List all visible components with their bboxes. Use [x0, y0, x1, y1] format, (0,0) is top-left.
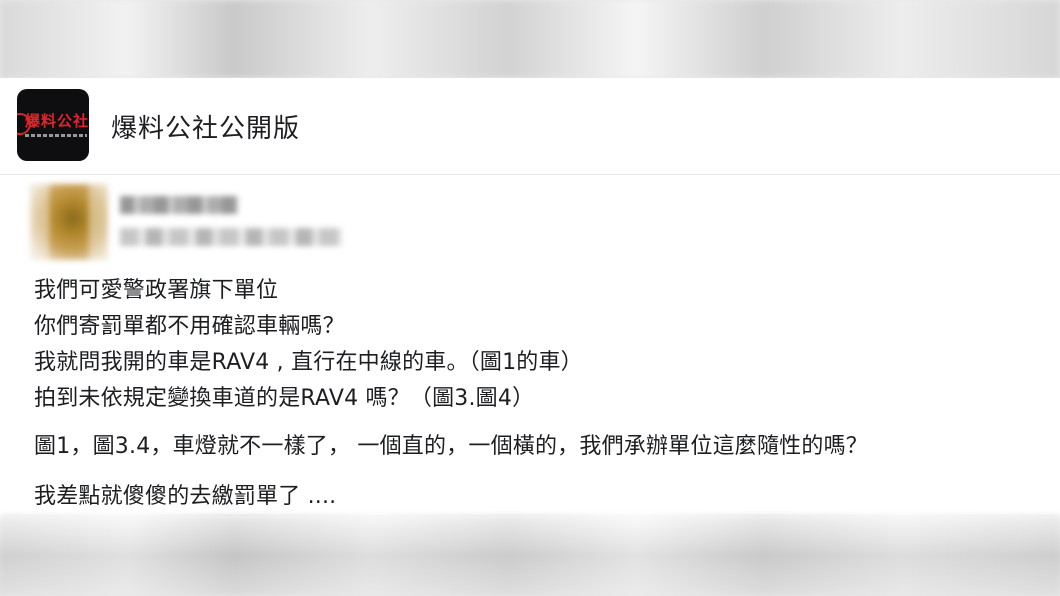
- blurred-overlay-bottom: [0, 516, 1060, 596]
- post-card: 爆料公社 爆料公社公開版 我們可愛警政署旗下單位 你們寄罰單都不用確認車輛嗎？ …: [0, 78, 1060, 516]
- post-text-line: 我就問我開的車是RAV4 , 直行在中線的車。（圖1的車）: [34, 350, 583, 375]
- author-avatar[interactable]: [30, 184, 108, 260]
- post-text-line: 拍到未依規定變換車道的是RAV4 嗎？（圖3.圖4）: [34, 386, 535, 411]
- logo-subtitle-decoration: [25, 134, 87, 137]
- post-text-line: 你們寄罰單都不用確認車輛嗎？: [34, 314, 345, 339]
- post-text-line: 我差點就傻傻的去繳罰單了 ....: [34, 484, 337, 509]
- blurred-background-top: [0, 0, 1060, 78]
- post-text-line: 我們可愛警政署旗下單位: [34, 278, 279, 303]
- group-logo[interactable]: 爆料公社: [17, 89, 89, 161]
- group-header: 爆料公社 爆料公社公開版: [0, 78, 1060, 175]
- logo-text: 爆料公社: [25, 112, 89, 130]
- author-name-redacted: [120, 196, 238, 214]
- post-text-line: 圖1，圖3.4，車燈就不一樣了， 一個直的，一個橫的，我們承辦單位這麼隨性的嗎？: [34, 434, 868, 459]
- group-name[interactable]: 爆料公社公開版: [111, 108, 300, 145]
- post-timestamp-redacted: [120, 228, 342, 246]
